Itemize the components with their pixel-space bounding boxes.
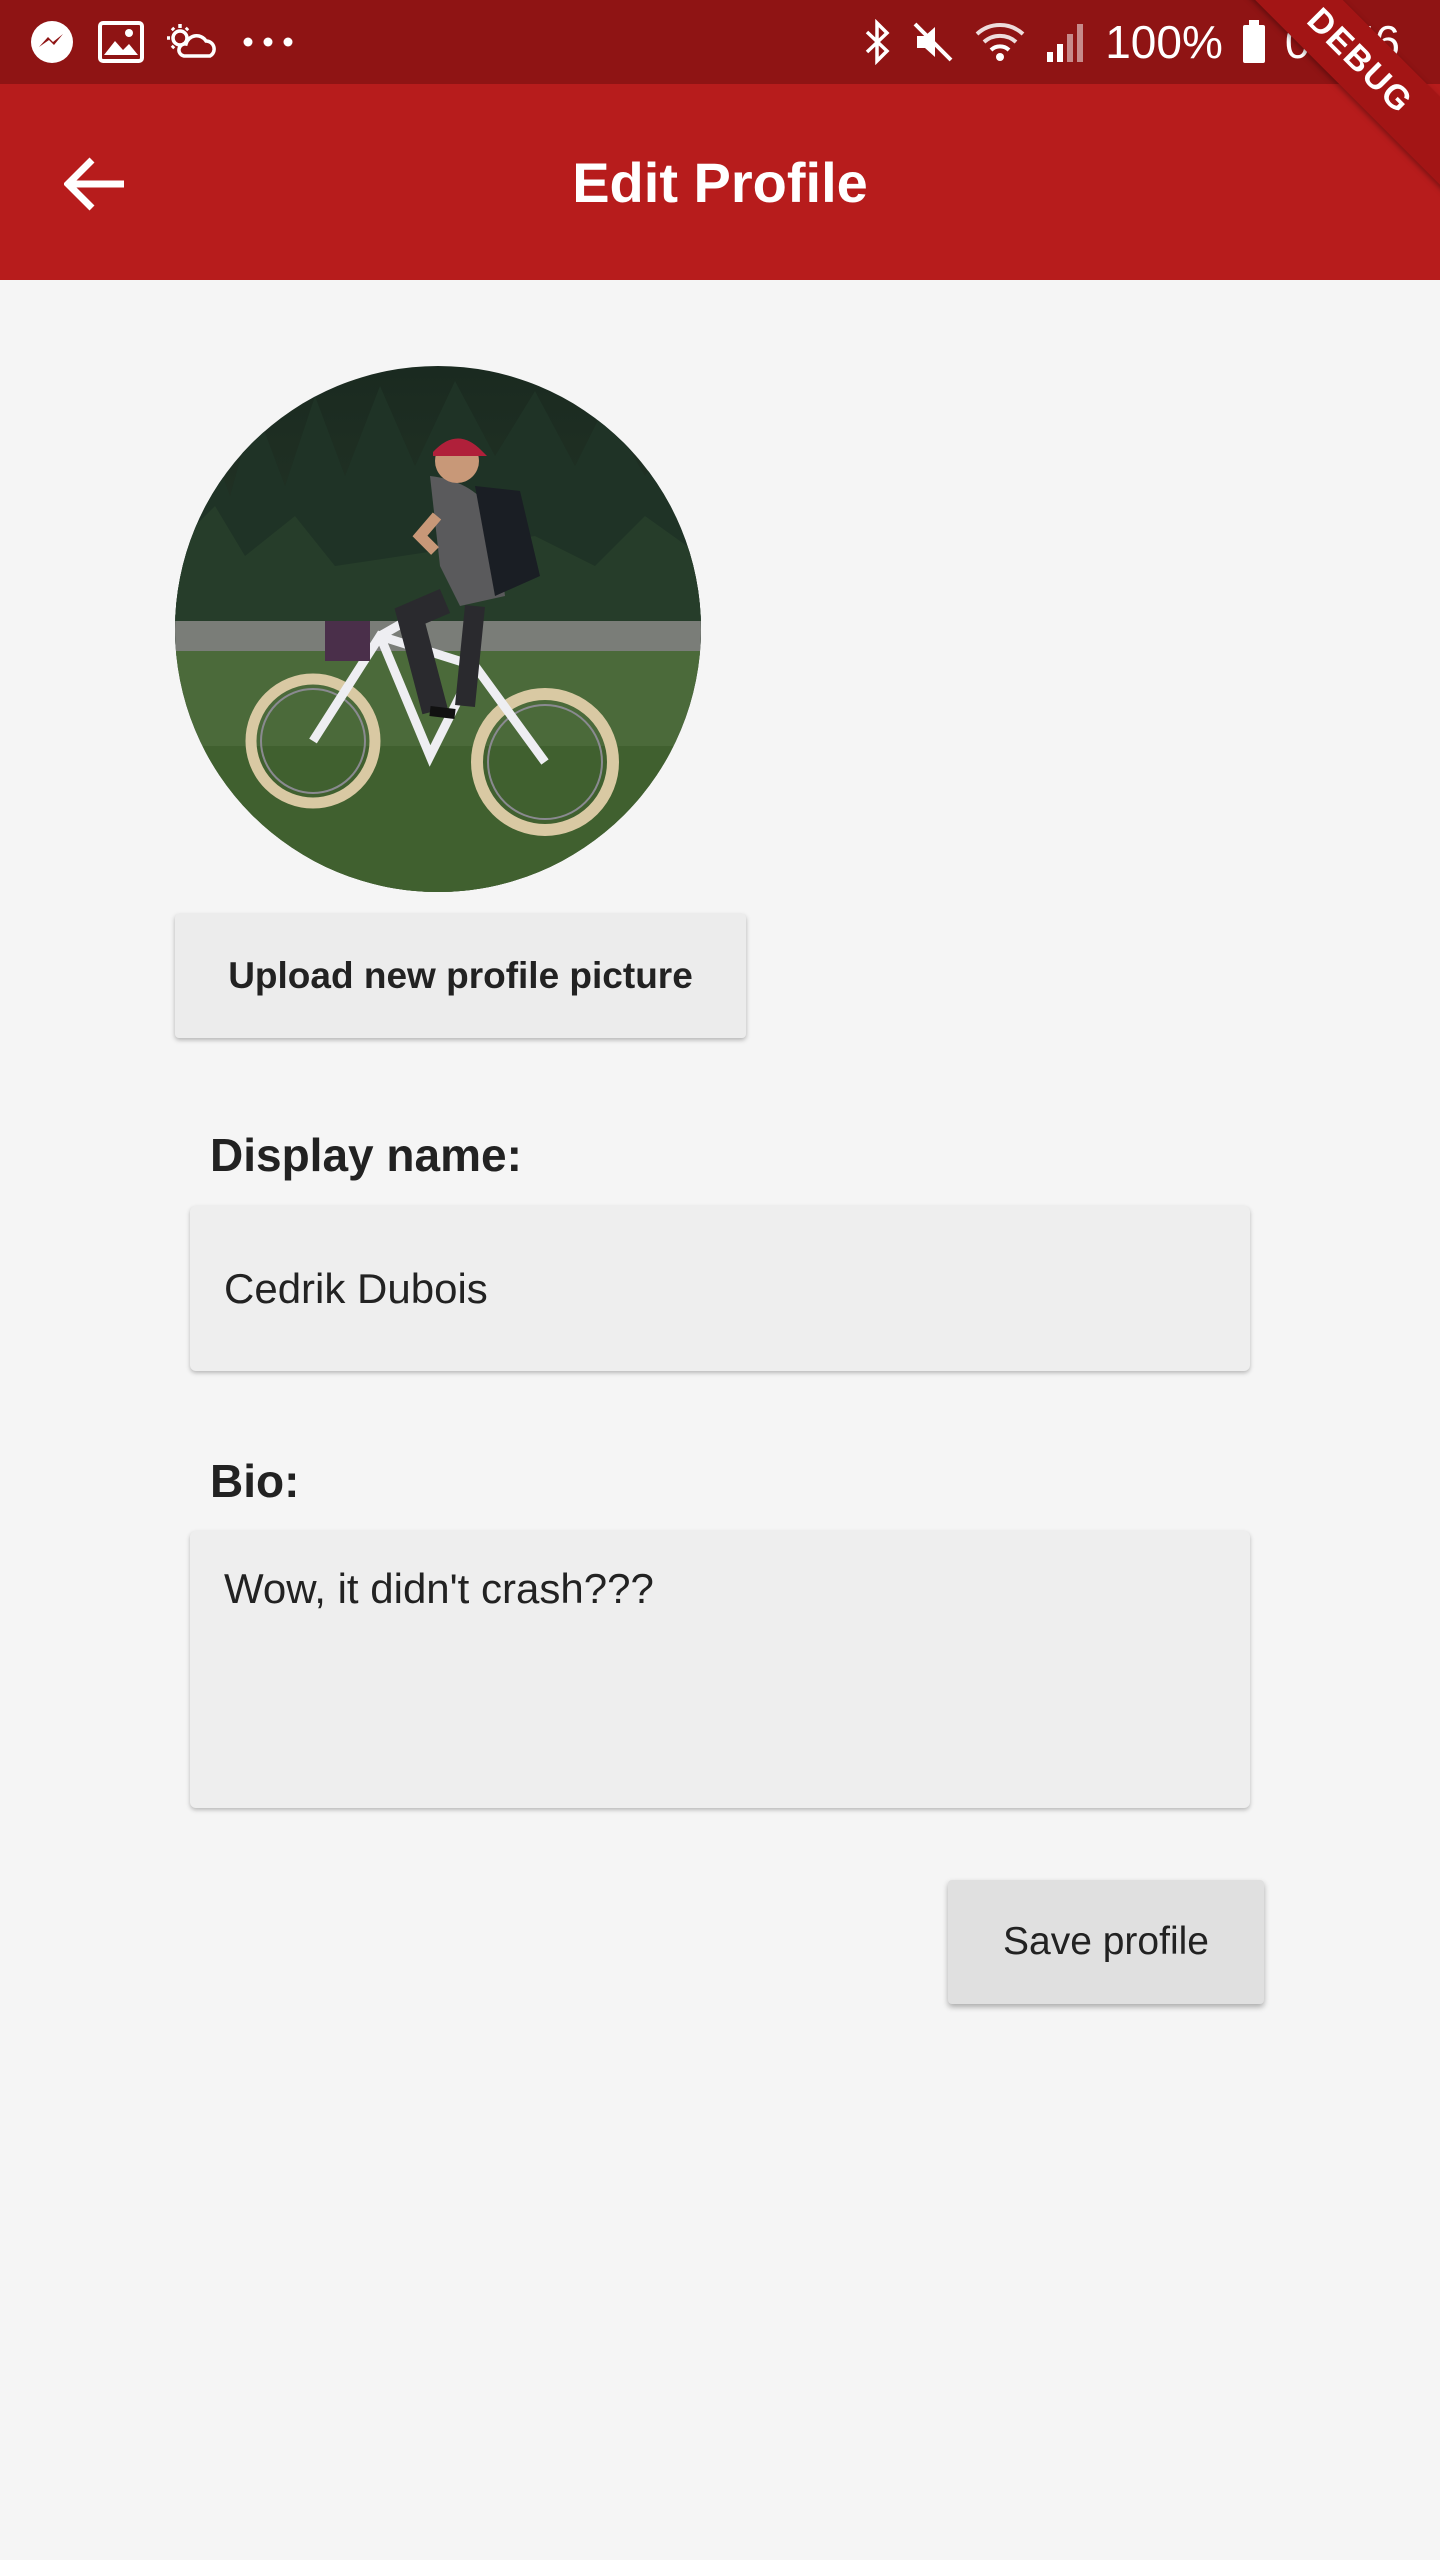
more-dots-icon: [240, 32, 296, 52]
display-name-label: Display name:: [210, 1129, 522, 1181]
mute-icon: [911, 20, 955, 64]
signal-icon: [1045, 20, 1087, 64]
bio-field[interactable]: Wow, it didn't crash???: [190, 1531, 1250, 1808]
debug-banner-clip: DEBUG: [1200, 0, 1440, 240]
display-name-field[interactable]: Cedrik Dubois: [190, 1206, 1250, 1371]
wifi-icon: [973, 20, 1027, 64]
bio-label: Bio:: [210, 1455, 300, 1507]
save-profile-button[interactable]: Save profile: [948, 1880, 1264, 2004]
upload-picture-button[interactable]: Upload new profile picture: [175, 914, 746, 1038]
profile-avatar: [175, 366, 701, 892]
status-notifications: [28, 14, 296, 70]
messenger-icon: [28, 18, 76, 66]
debug-banner: DEBUG: [1224, 0, 1440, 197]
weather-icon: [166, 20, 218, 64]
gallery-icon: [98, 21, 144, 63]
bluetooth-icon: [863, 19, 893, 65]
